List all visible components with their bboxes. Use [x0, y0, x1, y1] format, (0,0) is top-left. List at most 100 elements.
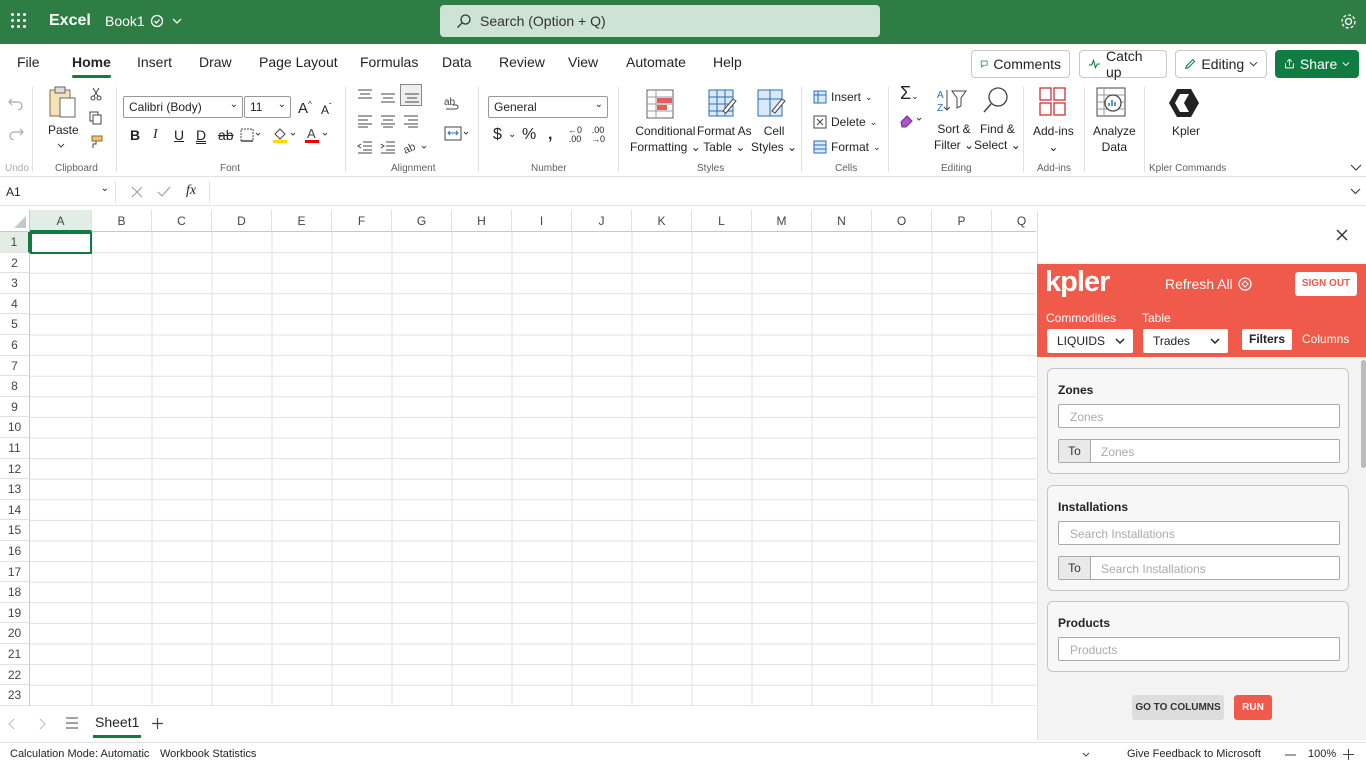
clear-icon[interactable]: [899, 112, 925, 128]
column-header[interactable]: M: [752, 210, 812, 232]
align-right-icon[interactable]: [403, 114, 419, 128]
sort-filter-icon[interactable]: AZ: [937, 87, 967, 115]
name-box[interactable]: A1 ⌄: [0, 181, 116, 203]
row-header[interactable]: 16: [0, 541, 30, 562]
row-header[interactable]: 14: [0, 499, 30, 521]
add-ins-icon[interactable]: [1039, 87, 1067, 117]
column-header[interactable]: F: [332, 210, 392, 232]
double-underline-icon[interactable]: D: [196, 127, 206, 143]
align-center-icon[interactable]: [380, 114, 396, 128]
column-header[interactable]: O: [872, 210, 932, 232]
tab-formulas[interactable]: Formulas: [360, 54, 418, 70]
chevron-down-icon[interactable]: [57, 142, 65, 150]
format-painter-icon[interactable]: [89, 135, 103, 149]
cell-styles-icon[interactable]: [757, 89, 787, 119]
insert-function-icon[interactable]: fx: [186, 183, 196, 199]
add-ins-button[interactable]: Add-ins ⌄: [1033, 123, 1074, 155]
font-size-dropdown[interactable]: 11 ⌄: [244, 96, 291, 118]
editing-mode-button[interactable]: Editing: [1175, 50, 1267, 78]
insert-cells-button[interactable]: Insert ⌄: [813, 90, 873, 104]
column-header[interactable]: A: [30, 210, 92, 232]
shrink-font-icon[interactable]: Aˇ: [321, 99, 332, 118]
row-header[interactable]: 5: [0, 314, 30, 335]
column-header[interactable]: I: [512, 210, 572, 232]
row-header[interactable]: 23: [0, 685, 30, 706]
align-top-icon[interactable]: [357, 88, 373, 102]
zones-to-input[interactable]: To Zones: [1058, 439, 1340, 463]
analyze-data-icon[interactable]: [1096, 87, 1128, 119]
row-header[interactable]: 19: [0, 602, 30, 624]
row-header[interactable]: 10: [0, 417, 30, 438]
delete-cells-button[interactable]: Delete ⌄: [813, 115, 877, 129]
row-header[interactable]: 17: [0, 561, 30, 583]
tab-view[interactable]: View: [568, 54, 598, 70]
percent-icon[interactable]: %: [522, 127, 536, 143]
column-header[interactable]: D: [212, 210, 272, 232]
kpler-button[interactable]: Kpler: [1172, 123, 1200, 139]
run-button[interactable]: RUN: [1234, 695, 1272, 720]
row-header[interactable]: 7: [0, 355, 30, 377]
paste-button[interactable]: Paste: [48, 122, 79, 138]
installations-to-input[interactable]: To Search Installations: [1058, 556, 1340, 580]
borders-icon[interactable]: [240, 128, 262, 142]
formula-input[interactable]: [214, 181, 1344, 203]
row-header[interactable]: 9: [0, 396, 30, 418]
columns-tab[interactable]: Columns: [1302, 332, 1349, 346]
row-header[interactable]: 15: [0, 520, 30, 541]
row-header[interactable]: 6: [0, 335, 30, 356]
zoom-in-icon[interactable]: [1343, 749, 1354, 760]
column-header[interactable]: C: [152, 210, 212, 232]
filters-tab[interactable]: Filters: [1242, 329, 1292, 350]
sort-filter-button[interactable]: Sort & Filter ⌄: [934, 121, 974, 153]
column-header[interactable]: H: [452, 210, 512, 232]
zoom-level[interactable]: 100%: [1308, 748, 1336, 760]
calc-mode-status[interactable]: Calculation Mode: Automatic: [10, 748, 149, 760]
column-header[interactable]: N: [812, 210, 872, 232]
feedback-link[interactable]: Give Feedback to Microsoft: [1127, 748, 1261, 760]
installations-input[interactable]: Search Installations: [1058, 521, 1340, 545]
gear-icon[interactable]: [1340, 13, 1357, 30]
column-header[interactable]: Q: [992, 210, 1036, 232]
tab-page-layout[interactable]: Page Layout: [259, 54, 338, 70]
row-header[interactable]: 4: [0, 293, 30, 315]
sign-out-button[interactable]: SIGN OUT: [1295, 272, 1357, 296]
align-left-icon[interactable]: [357, 114, 373, 128]
all-sheets-icon[interactable]: [65, 717, 79, 729]
italic-icon[interactable]: I: [153, 127, 158, 143]
font-color-icon[interactable]: A: [304, 126, 330, 144]
pane-scrollbar[interactable]: [1361, 360, 1366, 468]
tab-data[interactable]: Data: [442, 54, 472, 70]
confirm-entry-icon[interactable]: [157, 186, 171, 198]
tab-help[interactable]: Help: [713, 54, 742, 70]
strikethrough-icon[interactable]: ab: [218, 127, 234, 143]
go-to-columns-button[interactable]: GO TO COLUMNS: [1132, 695, 1224, 720]
paste-icon[interactable]: [47, 86, 77, 120]
chevron-down-icon[interactable]: ⌄: [508, 127, 516, 143]
ribbon-collapse-icon[interactable]: [1350, 162, 1362, 172]
wrap-text-icon[interactable]: ab: [444, 96, 462, 114]
conditional-formatting-button[interactable]: Conditional Formatting ⌄: [630, 123, 701, 155]
row-header[interactable]: 21: [0, 644, 30, 665]
tab-file[interactable]: File: [17, 54, 40, 70]
format-cells-button[interactable]: Format ⌄: [813, 140, 881, 154]
comments-button[interactable]: Comments: [971, 50, 1070, 78]
commodity-dropdown[interactable]: LIQUIDS: [1047, 329, 1133, 353]
row-header[interactable]: 3: [0, 273, 30, 294]
kpler-logo-icon[interactable]: [1168, 88, 1200, 118]
sheet-tab-active[interactable]: Sheet1: [93, 712, 142, 738]
zones-input[interactable]: Zones: [1058, 404, 1340, 428]
conditional-formatting-icon[interactable]: [646, 89, 674, 119]
column-header[interactable]: K: [632, 210, 692, 232]
cell-styles-button[interactable]: Cell Styles ⌄: [751, 123, 797, 155]
undo-icon[interactable]: [8, 96, 24, 110]
format-as-table-icon[interactable]: [708, 89, 738, 119]
row-header[interactable]: 1: [0, 232, 30, 253]
find-icon[interactable]: [982, 86, 1010, 116]
decrease-indent-icon[interactable]: [357, 140, 373, 154]
decrease-decimal-icon[interactable]: .00 →0: [591, 126, 605, 144]
column-header[interactable]: E: [272, 210, 332, 232]
align-bottom-button[interactable]: [400, 84, 422, 106]
app-launcher-icon[interactable]: [11, 13, 27, 29]
app-name[interactable]: Excel: [49, 12, 91, 30]
row-header[interactable]: 8: [0, 376, 30, 397]
